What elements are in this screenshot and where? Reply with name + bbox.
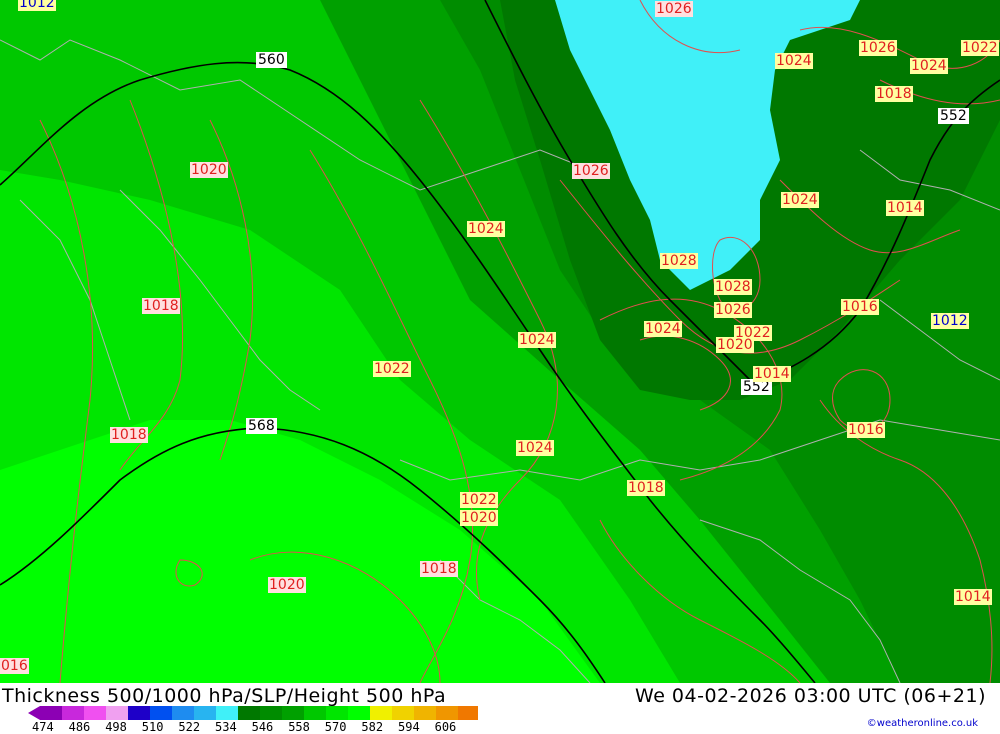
height-label: 552 xyxy=(938,108,969,124)
scale-swatch xyxy=(62,706,85,720)
isobar-label: 1024 xyxy=(467,221,505,237)
isobar-label: 1014 xyxy=(753,366,791,382)
isobar-label: 1020 xyxy=(190,162,228,178)
isobar-label: 1020 xyxy=(460,510,498,526)
isobar-label: 1022 xyxy=(460,492,498,508)
scale-tick-label: 582 xyxy=(361,720,384,734)
isobar-label: 1020 xyxy=(716,337,754,353)
scale-swatch xyxy=(414,706,437,720)
height-label: 560 xyxy=(256,52,287,68)
isobar-label: 016 xyxy=(0,658,29,674)
scale-swatch xyxy=(150,706,173,720)
scale-tick-label: 558 xyxy=(288,720,310,734)
isobar-label: 1022 xyxy=(961,40,999,56)
scale-tick-label: 522 xyxy=(178,720,201,734)
label-layer: 560 568 552 552 1012 1026 1026 1024 1022… xyxy=(0,0,1000,683)
scale-tick-label: 594 xyxy=(398,720,420,734)
scale-swatch xyxy=(392,706,415,720)
scale-swatch xyxy=(348,706,371,720)
scale-swatch xyxy=(304,706,327,720)
scale-tick-label: 606 xyxy=(434,720,457,734)
isobar-label: 1024 xyxy=(644,321,682,337)
isobar-label: 1012 xyxy=(18,0,56,11)
scale-tick-label: 474 xyxy=(32,720,54,734)
scale-swatch xyxy=(326,706,349,720)
isobar-label: 1028 xyxy=(660,253,698,269)
color-scale xyxy=(28,706,478,720)
map-title: Thickness 500/1000 hPa/SLP/Height 500 hP… xyxy=(2,685,447,707)
credit-link[interactable]: ©weatheronline.co.uk xyxy=(867,718,978,729)
scale-tick-label: 534 xyxy=(215,720,237,734)
isobar-label: 1022 xyxy=(373,361,411,377)
isobar-label: 1026 xyxy=(655,1,693,17)
isobar-label: 1024 xyxy=(775,53,813,69)
scale-swatch xyxy=(194,706,217,720)
scale-swatch xyxy=(84,706,107,720)
isobar-label: 1026 xyxy=(714,302,752,318)
valid-time: We 04-02-2026 03:00 UTC (06+21) xyxy=(635,685,986,707)
isobar-label: 1018 xyxy=(420,561,458,577)
isobar-label: 1016 xyxy=(841,299,879,315)
isobar-label: 1014 xyxy=(886,200,924,216)
isobar-label: 1016 xyxy=(847,422,885,438)
isobar-label: 1024 xyxy=(516,440,554,456)
scale-swatch xyxy=(172,706,195,720)
scale-tick-label: 510 xyxy=(141,720,164,734)
scale-tick-label: 570 xyxy=(324,720,347,734)
isobar-label: 1018 xyxy=(142,298,180,314)
isobar-label: 1026 xyxy=(859,40,897,56)
scale-swatch xyxy=(106,706,129,720)
isobar-label: 1026 xyxy=(572,163,610,179)
isobar-label: 1024 xyxy=(518,332,556,348)
scale-swatch xyxy=(128,706,151,720)
isobar-label: 1018 xyxy=(875,86,913,102)
isobar-label: 1028 xyxy=(714,279,752,295)
map-footer: Thickness 500/1000 hPa/SLP/Height 500 hP… xyxy=(0,683,1000,734)
scale-arrow-left xyxy=(28,706,40,720)
scale-tick-label: 486 xyxy=(68,720,91,734)
scale-swatch xyxy=(238,706,261,720)
scale-swatch xyxy=(370,706,393,720)
scale-swatch xyxy=(436,706,459,720)
isobar-label: 1014 xyxy=(954,589,992,605)
isobar-label: 1018 xyxy=(110,427,148,443)
scale-swatch xyxy=(458,706,478,720)
scale-swatch xyxy=(260,706,283,720)
isobar-label: 1012 xyxy=(931,313,969,329)
scale-swatch xyxy=(40,706,63,720)
scale-swatch xyxy=(216,706,239,720)
isobar-label: 1024 xyxy=(910,58,948,74)
scale-tick-label: 546 xyxy=(251,720,274,734)
isobar-label: 1020 xyxy=(268,577,306,593)
scale-tick-label: 498 xyxy=(105,720,127,734)
isobar-label: 1024 xyxy=(781,192,819,208)
scale-swatch xyxy=(282,706,305,720)
isobar-label: 1018 xyxy=(627,480,665,496)
height-label: 568 xyxy=(246,418,277,434)
